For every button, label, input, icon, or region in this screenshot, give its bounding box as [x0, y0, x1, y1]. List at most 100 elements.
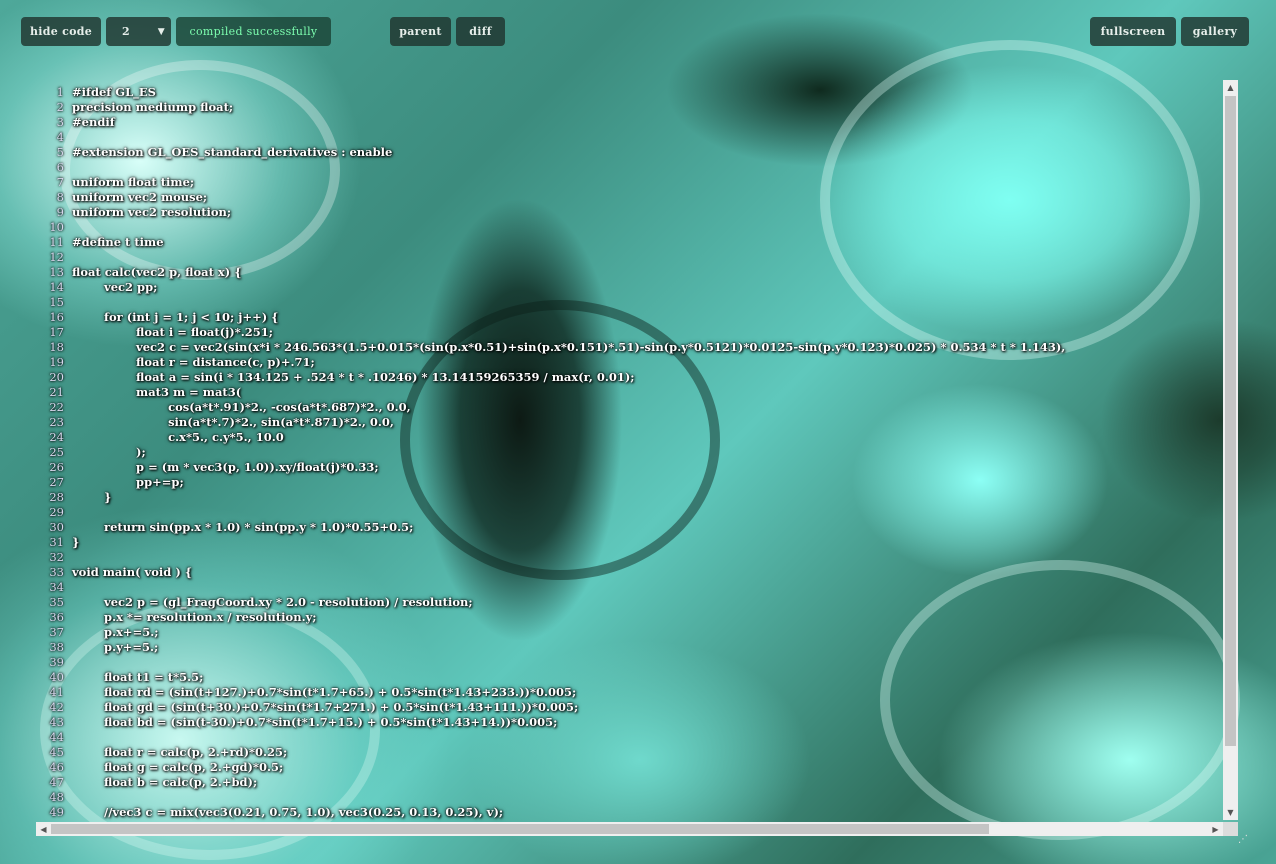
code-line[interactable]: 21 mat3 m = mat3( — [36, 385, 1224, 400]
code-text[interactable]: p.y+=5.; — [64, 640, 158, 655]
code-line[interactable]: 6 — [36, 160, 1224, 175]
scroll-right-icon[interactable]: ▶ — [1208, 822, 1223, 836]
code-line[interactable]: 26 p = (m * vec3(p, 1.0)).xy/float(j)*0.… — [36, 460, 1224, 475]
code-text[interactable]: #define t time — [64, 235, 164, 250]
code-text[interactable] — [64, 580, 72, 595]
code-line[interactable]: 38 p.y+=5.; — [36, 640, 1224, 655]
code-line[interactable]: 48 — [36, 790, 1224, 805]
code-line[interactable]: 46 float g = calc(p, 2.+gd)*0.5; — [36, 760, 1224, 775]
code-line[interactable]: 9 uniform vec2 resolution; — [36, 205, 1224, 220]
code-line[interactable]: 31} — [36, 535, 1224, 550]
code-line[interactable]: 14 vec2 pp; — [36, 280, 1224, 295]
code-line[interactable]: 1 #ifdef GL_ES — [36, 85, 1224, 100]
code-line[interactable]: 33 void main( void ) { — [36, 565, 1224, 580]
code-text[interactable]: #extension GL_OES_standard_derivatives :… — [64, 145, 392, 160]
code-text[interactable]: float a = sin(i * 134.125 + .524 * t * .… — [64, 370, 635, 385]
code-line[interactable]: 37 p.x+=5.; — [36, 625, 1224, 640]
code-text[interactable]: //vec3 c = mix(vec3(0.21, 0.75, 1.0), ve… — [64, 805, 503, 820]
vertical-scrollbar[interactable]: ▲ ▼ — [1223, 80, 1238, 820]
code-text[interactable]: p.x *= resolution.x / resolution.y; — [64, 610, 317, 625]
code-text[interactable]: cos(a*t*.91)*2., -cos(a*t*.687)*2., 0.0, — [64, 400, 411, 415]
code-line[interactable]: 7 uniform float time; — [36, 175, 1224, 190]
horizontal-scroll-thumb[interactable] — [51, 824, 989, 834]
code-line[interactable]: 16 for (int j = 1; j < 10; j++) { — [36, 310, 1224, 325]
code-text[interactable] — [64, 550, 72, 565]
code-text[interactable]: p.x+=5.; — [64, 625, 158, 640]
code-text[interactable]: p = (m * vec3(p, 1.0)).xy/float(j)*0.33; — [64, 460, 379, 475]
code-line[interactable]: 44 — [36, 730, 1224, 745]
code-text[interactable] — [64, 790, 72, 805]
code-text[interactable]: uniform float time; — [64, 175, 194, 190]
code-line[interactable]: 32 — [36, 550, 1224, 565]
code-line[interactable]: 25 ); — [36, 445, 1224, 460]
code-line[interactable]: 36 p.x *= resolution.x / resolution.y; — [36, 610, 1224, 625]
code-text[interactable] — [64, 655, 72, 670]
code-line[interactable]: 23 sin(a*t*.7)*2., sin(a*t*.871)*2., 0.0… — [36, 415, 1224, 430]
code-text[interactable]: float gd = (sin(t+30.)+0.7*sin(t*1.7+271… — [64, 700, 578, 715]
code-line[interactable]: 3 #endif — [36, 115, 1224, 130]
scroll-down-icon[interactable]: ▼ — [1223, 805, 1238, 820]
code-text[interactable]: precision mediump float; — [64, 100, 233, 115]
code-text[interactable]: vec2 pp; — [64, 280, 157, 295]
code-text[interactable]: vec2 c = vec2(sin(x*i * 246.563*(1.5+0.0… — [64, 340, 1065, 355]
code-text[interactable]: return sin(pp.x * 1.0) * sin(pp.y * 1.0)… — [64, 520, 413, 535]
gallery-button[interactable]: gallery — [1181, 17, 1249, 46]
scroll-left-icon[interactable]: ◀ — [36, 822, 51, 836]
code-text[interactable] — [64, 730, 72, 745]
code-line[interactable]: 35 vec2 p = (gl_FragCoord.xy * 2.0 - res… — [36, 595, 1224, 610]
vertical-scroll-thumb[interactable] — [1225, 96, 1236, 746]
code-line[interactable]: 45 float r = calc(p, 2.+rd)*0.25; — [36, 745, 1224, 760]
resize-grip-icon[interactable]: ⋰ — [1238, 834, 1248, 845]
code-text[interactable]: float rd = (sin(t+127.)+0.7*sin(t*1.7+65… — [64, 685, 576, 700]
code-line[interactable]: 15 — [36, 295, 1224, 310]
code-line[interactable]: 20 float a = sin(i * 134.125 + .524 * t … — [36, 370, 1224, 385]
code-text[interactable]: float g = calc(p, 2.+gd)*0.5; — [64, 760, 283, 775]
code-line[interactable]: 34 — [36, 580, 1224, 595]
code-text[interactable] — [64, 295, 72, 310]
code-text[interactable]: float i = float(j)*.251; — [64, 325, 273, 340]
code-line[interactable]: 42 float gd = (sin(t+30.)+0.7*sin(t*1.7+… — [36, 700, 1224, 715]
code-line[interactable]: 30 return sin(pp.x * 1.0) * sin(pp.y * 1… — [36, 520, 1224, 535]
diff-button[interactable]: diff — [456, 17, 505, 46]
code-line[interactable]: 41 float rd = (sin(t+127.)+0.7*sin(t*1.7… — [36, 685, 1224, 700]
code-line[interactable]: 13 float calc(vec2 p, float x) { — [36, 265, 1224, 280]
code-text[interactable]: float t1 = t*5.5; — [64, 670, 203, 685]
code-text[interactable]: void main( void ) { — [64, 565, 192, 580]
code-text[interactable]: float b = calc(p, 2.+bd); — [64, 775, 257, 790]
code-line[interactable]: 19 float r = distance(c, p)+.71; — [36, 355, 1224, 370]
code-text[interactable]: for (int j = 1; j < 10; j++) { — [64, 310, 279, 325]
code-line[interactable]: 49 //vec3 c = mix(vec3(0.21, 0.75, 1.0),… — [36, 805, 1224, 820]
code-text[interactable]: } — [64, 490, 111, 505]
code-text[interactable]: uniform vec2 resolution; — [64, 205, 231, 220]
code-line[interactable]: 10 — [36, 220, 1224, 235]
hide-code-button[interactable]: hide code — [21, 17, 101, 46]
version-select[interactable]: 2 ▼ — [106, 17, 171, 46]
code-line[interactable]: 17 float i = float(j)*.251; — [36, 325, 1224, 340]
code-line[interactable]: 29 — [36, 505, 1224, 520]
code-line[interactable]: 47 float b = calc(p, 2.+bd); — [36, 775, 1224, 790]
code-line[interactable]: 28 } — [36, 490, 1224, 505]
code-line[interactable]: 27 pp+=p; — [36, 475, 1224, 490]
code-line[interactable]: 18 vec2 c = vec2(sin(x*i * 246.563*(1.5+… — [36, 340, 1224, 355]
code-text[interactable] — [64, 130, 72, 145]
code-text[interactable]: float r = calc(p, 2.+rd)*0.25; — [64, 745, 287, 760]
code-editor[interactable]: 1 #ifdef GL_ES 2 precision mediump float; 3 #… — [36, 80, 1238, 836]
code-text[interactable]: pp+=p; — [64, 475, 184, 490]
code-line[interactable]: 8 uniform vec2 mouse; — [36, 190, 1224, 205]
code-text[interactable]: uniform vec2 mouse; — [64, 190, 207, 205]
code-line[interactable]: 40 float t1 = t*5.5; — [36, 670, 1224, 685]
parent-button[interactable]: parent — [390, 17, 451, 46]
code-line[interactable]: 5 #extension GL_OES_standard_derivatives … — [36, 145, 1224, 160]
code-text[interactable]: float calc(vec2 p, float x) { — [64, 265, 242, 280]
code-text[interactable] — [64, 250, 72, 265]
code-lines[interactable]: 1 #ifdef GL_ES 2 precision mediump float; 3 #… — [36, 85, 1224, 820]
scroll-up-icon[interactable]: ▲ — [1223, 80, 1238, 95]
code-line[interactable]: 39 — [36, 655, 1224, 670]
code-text[interactable]: float r = distance(c, p)+.71; — [64, 355, 315, 370]
code-text[interactable]: } — [64, 535, 79, 550]
code-line[interactable]: 22 cos(a*t*.91)*2., -cos(a*t*.687)*2., 0… — [36, 400, 1224, 415]
code-text[interactable]: mat3 m = mat3( — [64, 385, 241, 400]
code-text[interactable]: #ifdef GL_ES — [64, 85, 156, 100]
code-line[interactable]: 24 c.x*5., c.y*5., 10.0 — [36, 430, 1224, 445]
fullscreen-button[interactable]: fullscreen — [1090, 17, 1176, 46]
